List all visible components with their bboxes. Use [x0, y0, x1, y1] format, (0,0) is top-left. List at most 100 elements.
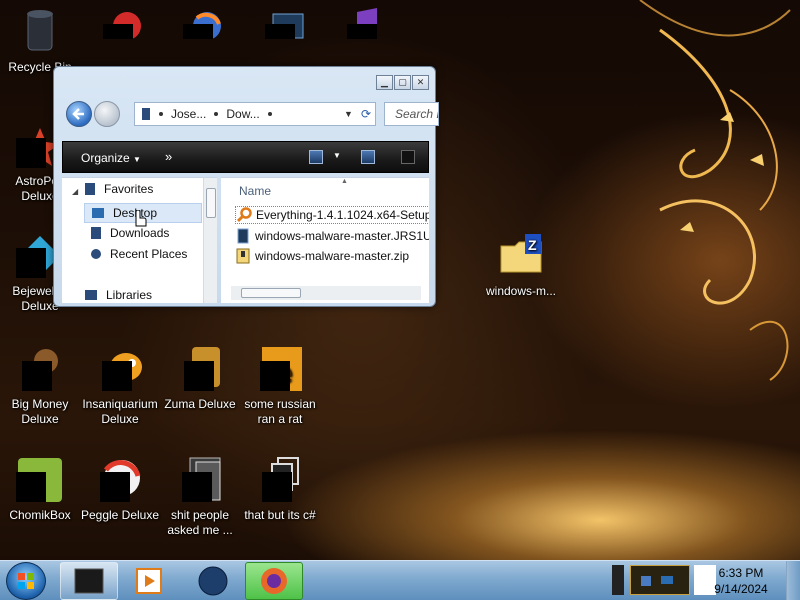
nav-item-recent-places[interactable]: Recent Places — [90, 247, 187, 261]
desktop-icon-label: Insaniquarium Deluxe — [82, 397, 158, 426]
desktop-icon-recycle-bin[interactable]: Recycle Bin — [0, 8, 81, 75]
libraries-icon — [85, 290, 97, 300]
organize-button[interactable]: Organize ▼ — [81, 151, 141, 165]
more-commands-button[interactable]: » — [165, 149, 172, 164]
file-row[interactable]: windows-malware-master.zip — [235, 248, 409, 264]
desktop-icon-chomikbox[interactable]: ChomikBox — [0, 456, 81, 523]
folder-icon — [176, 456, 224, 504]
desktop-icon-insaniquarium[interactable]: Insaniquarium Deluxe — [79, 345, 161, 427]
help-icon[interactable] — [401, 150, 415, 164]
desktop-icon-peggle-nights[interactable]: Peggle Nights — [160, 8, 242, 39]
taskbar-explorer[interactable] — [60, 562, 118, 600]
desktop-icon-visual-studio[interactable]: Visual Studio — [320, 8, 402, 39]
zip-folder-icon: Z — [497, 232, 545, 280]
clock[interactable]: 6:33 PM 9/14/2024 — [706, 565, 776, 597]
desktop-icon-label: ChomikBox — [9, 508, 71, 522]
desktop-icon-label: that but its c# — [244, 508, 316, 522]
start-button[interactable] — [6, 562, 46, 600]
redaction-block — [184, 361, 214, 391]
zuma-icon — [176, 345, 224, 393]
column-header-name[interactable]: Name — [239, 184, 271, 198]
show-desktop-button[interactable] — [786, 561, 800, 600]
scroll-thumb[interactable] — [241, 288, 301, 298]
redaction-block — [22, 361, 52, 391]
folder-stack-icon — [256, 456, 304, 504]
back-arrow-icon — [72, 108, 84, 120]
minimize-button[interactable]: ▁ — [376, 75, 393, 90]
clock-date: 9/14/2024 — [714, 582, 768, 596]
breadcrumb-separator — [159, 112, 163, 116]
chuzzle-icon — [97, 8, 145, 39]
address-dropdown-icon[interactable]: ▼ — [344, 109, 353, 119]
desktop-icon-peggle[interactable]: Peggle Deluxe — [79, 456, 161, 523]
visual-studio-icon — [337, 8, 385, 39]
breadcrumb-downloads[interactable]: Dow... — [226, 107, 259, 121]
desktop-icon-rat[interactable]: e some russian ran a rat — [239, 345, 321, 427]
explorer-window[interactable]: ▁ ▢ ✕ Jose... Dow... ▼ ⟳ Search D Organi… — [53, 66, 439, 307]
redaction-block — [183, 24, 213, 39]
breadcrumb-user[interactable]: Jose... — [171, 107, 206, 121]
windows-logo-icon — [18, 573, 34, 589]
tray-notification-area[interactable] — [630, 565, 690, 595]
desktop-icon-vm[interactable]: VMh0t — [240, 8, 322, 39]
organize-label: Organize — [81, 151, 130, 165]
desktop-icon-folder-stack[interactable]: that but its c# — [239, 456, 321, 523]
desktop-icon-big-money[interactable]: Big Money Deluxe — [0, 345, 81, 427]
recent-places-icon — [91, 249, 101, 259]
nav-item-favorites[interactable]: Favorites — [84, 182, 153, 196]
view-options-icon[interactable] — [309, 150, 323, 164]
file-name: windows-malware-master.zip — [255, 249, 410, 263]
sort-indicator-icon: ▲ — [341, 178, 348, 185]
nav-item-libraries[interactable]: Libraries — [84, 288, 152, 302]
navigation-pane: ◢ Favorites Desktop Downloads Recent Pla… — [62, 177, 217, 303]
redaction-block — [262, 472, 292, 502]
computer-icon — [142, 108, 150, 120]
refresh-icon[interactable]: ⟳ — [361, 107, 375, 121]
peggle-icon — [96, 456, 144, 504]
zip-file-icon — [236, 248, 250, 264]
close-button[interactable]: ✕ — [412, 75, 429, 90]
redaction-block — [100, 472, 130, 502]
search-input[interactable]: Search D — [384, 102, 439, 126]
nav-label: Recent Places — [110, 247, 188, 261]
file-icon — [237, 228, 249, 244]
explorer-icon — [74, 568, 104, 594]
forward-button[interactable] — [94, 101, 120, 127]
tray-app-icon[interactable] — [612, 565, 624, 595]
redaction-block — [260, 361, 290, 391]
redaction-block — [16, 248, 46, 278]
desktop-icon-chuzzle[interactable]: Chuzzle — [80, 8, 162, 39]
nav-item-downloads[interactable]: Downloads — [90, 226, 169, 240]
file-name: Everything-1.4.1.1024.x64-Setup — [256, 208, 429, 222]
breadcrumb-separator — [214, 112, 219, 116]
network-icon — [641, 576, 673, 586]
scroll-thumb[interactable] — [206, 188, 216, 218]
preview-pane-icon[interactable] — [361, 150, 375, 164]
peggle-nights-icon — [177, 8, 225, 39]
maximize-button[interactable]: ▢ — [394, 75, 411, 90]
desktop-icon-zuma[interactable]: Zuma Deluxe — [159, 345, 241, 412]
file-name: windows-malware-master.JRS1U — [255, 229, 429, 243]
file-row[interactable]: windows-malware-master.JRS1U — [235, 228, 429, 244]
horizontal-scrollbar[interactable] — [231, 286, 421, 300]
file-row[interactable]: Everything-1.4.1.1024.x64-Setup — [235, 206, 429, 224]
taskbar-firefox[interactable] — [245, 562, 303, 600]
desktop-icon-folder[interactable]: shit people asked me ... — [159, 456, 241, 538]
back-button[interactable] — [66, 101, 92, 127]
favorites-expander-icon[interactable]: ◢ — [72, 187, 78, 196]
address-bar[interactable]: Jose... Dow... ▼ ⟳ — [134, 102, 376, 126]
nav-scrollbar[interactable] — [203, 178, 217, 303]
firefox-icon — [261, 568, 287, 594]
desktop-icon-label: Peggle Deluxe — [80, 508, 160, 522]
desktop-icon-label: shit people asked me ... — [167, 508, 233, 537]
everything-search-icon — [236, 207, 252, 223]
taskbar-media-player[interactable] — [120, 562, 178, 600]
taskbar: 6:33 PM 9/14/2024 — [0, 560, 800, 600]
taskbar-globe[interactable] — [184, 562, 242, 600]
desktop-icon-label: windows-m... — [485, 284, 556, 298]
view-dropdown-icon[interactable]: ▼ — [333, 151, 341, 160]
desktop-icon-zip[interactable]: Z windows-m... — [478, 232, 564, 299]
globe-icon — [198, 566, 228, 596]
command-bar: Organize ▼ » ▼ — [62, 141, 429, 173]
address-row: Jose... Dow... ▼ ⟳ Search D — [64, 98, 439, 128]
